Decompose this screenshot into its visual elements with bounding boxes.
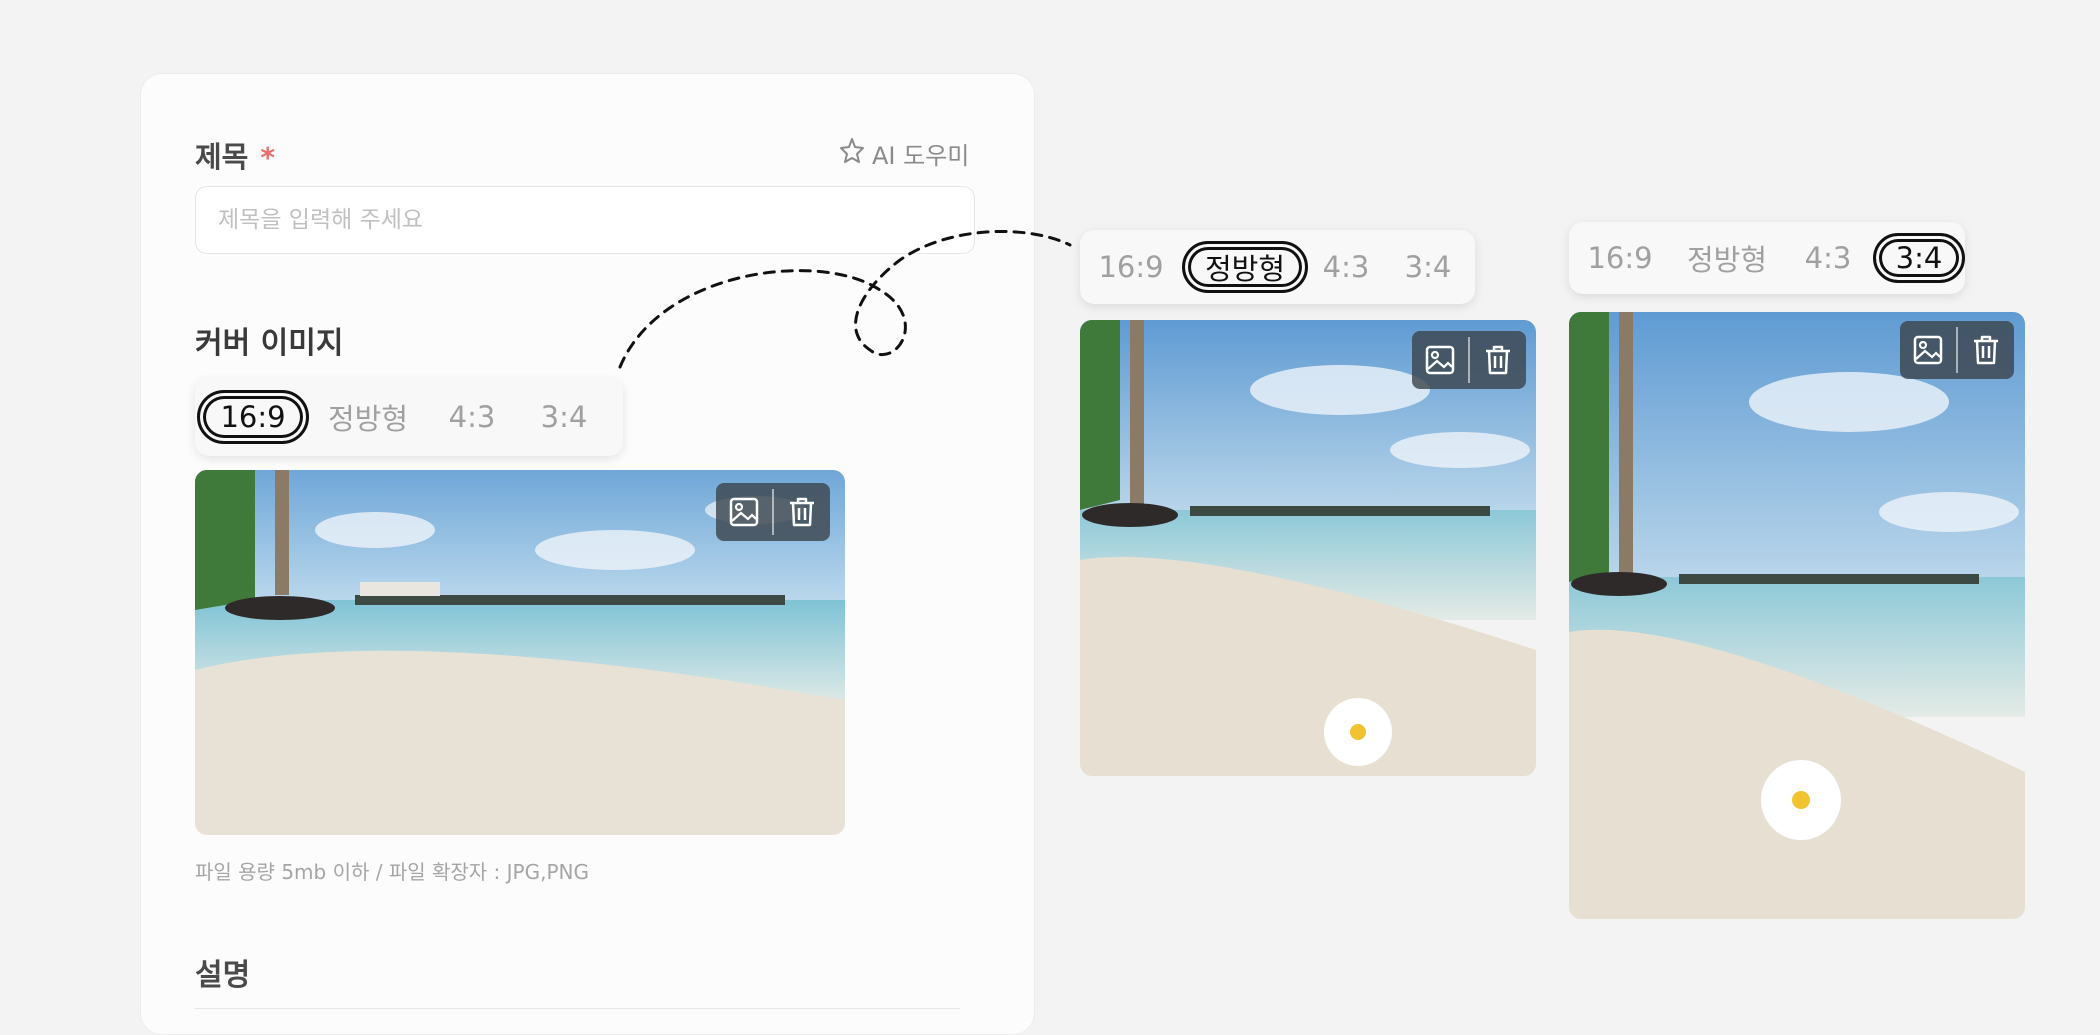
image-icon [729, 497, 759, 527]
ratio-selector-16-9: 16:9 정방형 4:3 3:4 [195, 378, 623, 456]
ratio-option-16-9[interactable]: 16:9 [1080, 230, 1182, 304]
ai-assistant-label: AI 도우미 [872, 142, 970, 170]
title-input[interactable] [195, 186, 975, 254]
ai-assistant-button[interactable]: AI 도우미 [838, 136, 969, 171]
sparkle-icon [838, 137, 866, 171]
trash-icon [1485, 345, 1510, 375]
image-toolbar [716, 483, 830, 541]
file-hint: 파일 용량 5mb 이하 / 파일 확장자 : JPG,PNG [195, 860, 589, 884]
cover-image-3-4 [1569, 312, 2025, 919]
cover-image-label: 커버 이미지 [195, 326, 344, 361]
delete-image-button[interactable] [1470, 331, 1526, 389]
ratio-option-square[interactable]: 정방형 [309, 378, 427, 456]
image-toolbar [1900, 321, 2014, 379]
image-icon [1913, 335, 1943, 365]
trash-icon [1973, 335, 1998, 365]
ratio-option-4-3[interactable]: 4:3 [1783, 222, 1873, 294]
ratio-option-4-3[interactable]: 4:3 [1308, 230, 1384, 304]
delete-image-button[interactable] [1958, 321, 2014, 379]
ratio-option-16-9[interactable]: 16:9 [197, 389, 309, 445]
ratio-selector-square: 16:9 정방형 4:3 3:4 [1080, 230, 1475, 304]
ratio-option-square[interactable]: 정방형 [1671, 222, 1783, 294]
description-field[interactable] [195, 1008, 960, 1019]
required-mark: * [260, 141, 276, 174]
ratio-option-3-4[interactable]: 3:4 [1873, 232, 1965, 284]
delete-image-button[interactable] [774, 483, 830, 541]
replace-image-button[interactable] [716, 483, 772, 541]
ratio-option-4-3[interactable]: 4:3 [427, 378, 517, 456]
ratio-option-3-4[interactable]: 3:4 [1384, 230, 1472, 304]
ratio-option-16-9[interactable]: 16:9 [1569, 222, 1671, 294]
ratio-option-3-4[interactable]: 3:4 [517, 378, 611, 456]
beach-photo [1569, 312, 2025, 919]
description-label: 설명 [195, 958, 251, 993]
image-icon [1425, 345, 1455, 375]
replace-image-button[interactable] [1412, 331, 1468, 389]
trash-icon [789, 497, 814, 527]
image-toolbar [1412, 331, 1526, 389]
replace-image-button[interactable] [1900, 321, 1956, 379]
title-label-text: 제목 [195, 140, 249, 174]
title-label: 제목 * [195, 134, 275, 176]
ratio-option-square[interactable]: 정방형 [1182, 241, 1308, 293]
ratio-selector-3-4: 16:9 정방형 4:3 3:4 [1569, 222, 1965, 294]
